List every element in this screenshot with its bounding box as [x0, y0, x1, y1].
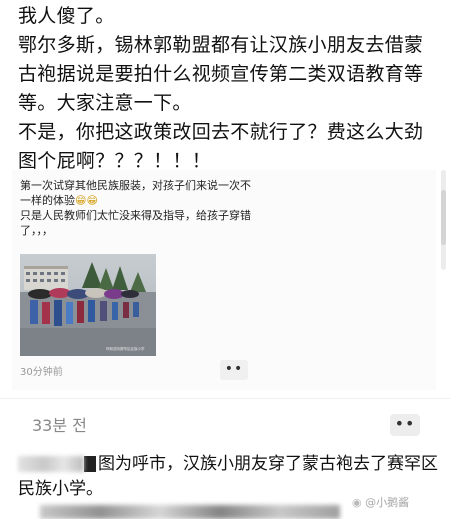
comment-time: 33분 전 — [32, 416, 87, 435]
quoted-more-button[interactable]: •• — [220, 360, 248, 380]
weibo-watermark: ◉ @小鹅酱 — [352, 494, 409, 510]
post-body: 我人傻了。 鄂尔多斯，锡林郭勒盟都有让汉族小朋友去借蒙古袍据说是要拍什么视频宣传… — [18, 2, 438, 176]
school-photo-graphic: 呼和浩特赛罕区民族小学 — [20, 254, 156, 356]
quoted-timestamp: 30分钟前 — [20, 367, 63, 378]
redacted-block — [18, 456, 84, 472]
quoted-line-1-text: 第一次试穿其他民族服装，对孩子们来说一次不一样的体验 — [20, 179, 251, 207]
post-line-3: 不是，你把这政策改回去不就行了？费这么大劲图个屁啊？？？！！！ — [18, 121, 424, 172]
blurred-text-line — [40, 505, 340, 519]
photo-watermark-text: 呼和浩特赛罕区民族小学 — [106, 346, 145, 351]
quoted-line-2: 只是人民教师们太忙没来得及指导，给孩子穿错了，，， — [20, 209, 251, 237]
grin-emoji-icon: 😁😁 — [75, 194, 98, 207]
school-photo[interactable]: 呼和浩特赛罕区民族小学 — [20, 254, 156, 356]
post-line-1: 我人傻了。 — [18, 5, 115, 27]
scrollbar-thumb[interactable] — [441, 190, 446, 245]
quoted-post-text: 第一次试穿其他民族服装，对孩子们来说一次不一样的体验😁😁 只是人民教师们太忙没来… — [20, 178, 260, 238]
redacted-mark — [84, 456, 96, 472]
quoted-post-card: 第一次试穿其他民族服装，对孩子们来说一次不一样的体验😁😁 只是人民教师们太忙没来… — [12, 170, 436, 390]
weibo-icon: ◉ — [352, 496, 362, 509]
comment-more-button[interactable]: •• — [390, 414, 420, 436]
post-line-2: 鄂尔多斯，锡林郭勒盟都有让汉族小朋友去借蒙古袍据说是要拍什么视频宣传第二类双语教… — [18, 34, 424, 114]
watermark-handle: @小鹅酱 — [365, 496, 410, 509]
quoted-line-1: 第一次试穿其他民族服装，对孩子们来说一次不一样的体验😁😁 — [20, 178, 260, 208]
divider — [0, 398, 450, 399]
